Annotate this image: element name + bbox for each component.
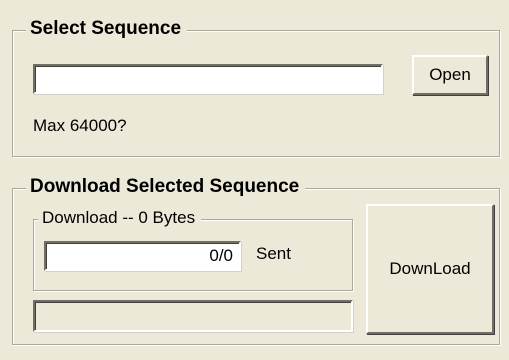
sent-label: Sent [256,244,291,263]
max-size-label: Max 64000? [33,116,127,135]
open-button[interactable]: Open [412,55,488,95]
download-bytes-title: Download -- 0 Bytes [38,207,202,229]
sent-counter-value: 0/0 [209,246,233,265]
download-button-label: DownLoad [389,259,471,278]
download-progress-bar [33,300,353,332]
sent-counter-field: 0/0 [44,241,241,271]
open-button-label: Open [429,65,471,84]
sequence-path-input[interactable] [33,64,383,94]
select-sequence-title: Select Sequence [26,18,188,40]
download-button[interactable]: DownLoad [366,204,494,334]
download-sequence-title: Download Selected Sequence [26,176,306,198]
